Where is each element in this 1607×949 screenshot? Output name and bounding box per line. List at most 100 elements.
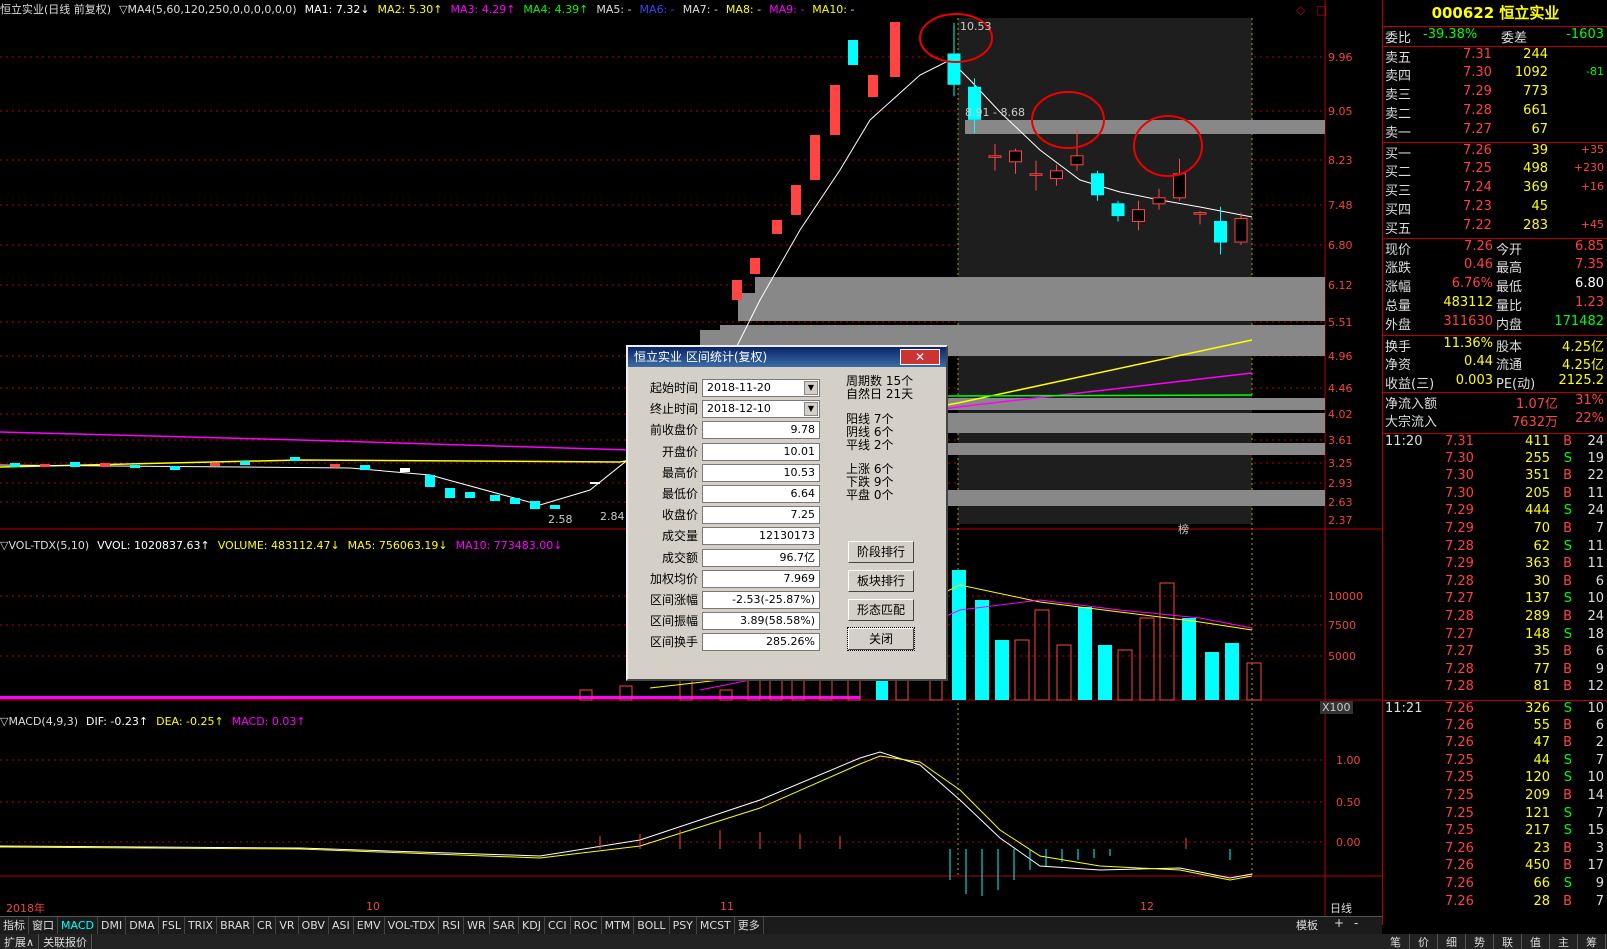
tick-side: S — [1563, 805, 1572, 821]
tick-row: 7.28 62 S 11 — [1383, 539, 1607, 557]
ma-value: MA8: - — [725, 3, 762, 16]
tick-price: 7.27 — [1445, 591, 1474, 607]
price-tick: 2.93 — [1328, 477, 1353, 490]
dialog-button[interactable]: 形态匹配 — [848, 599, 914, 621]
field-value[interactable]: 7.969 — [702, 569, 820, 588]
level-label: 卖三 — [1385, 88, 1412, 103]
tick-row: 7.30 255 S 19 — [1383, 451, 1607, 469]
right-tab[interactable]: 筹 — [1578, 934, 1606, 949]
stat-value: 0.003 — [1455, 373, 1493, 388]
dialog-button[interactable]: 阶段排行 — [848, 541, 914, 563]
level-price: 7.31 — [1463, 47, 1492, 62]
tick-row: 7.29 363 B 11 — [1383, 556, 1607, 574]
square-icon[interactable]: □ — [1316, 3, 1327, 17]
chevron-down-icon[interactable]: ▼ — [804, 402, 818, 417]
tab-EMV[interactable]: EMV — [354, 917, 385, 934]
field-value[interactable]: 6.64 — [702, 485, 820, 503]
tab-CCI[interactable]: CCI — [545, 917, 571, 934]
tick-side: B — [1563, 858, 1572, 874]
dialog-field: 前收盘价 9.78 — [636, 421, 826, 440]
tab-MCST[interactable]: MCST — [697, 917, 735, 934]
tick-volume: 148 — [1525, 626, 1550, 642]
level-volume: 283 — [1523, 218, 1548, 233]
diamond-icon[interactable]: ◇ — [1296, 3, 1306, 17]
field-value[interactable]: 2018-12-10 ▼ — [702, 400, 820, 419]
tick-row: 7.30 205 B 11 — [1383, 486, 1607, 504]
period-label[interactable]: 日线 — [1330, 900, 1352, 916]
tab-ROC[interactable]: ROC — [571, 917, 602, 934]
chevron-down-icon[interactable]: ▼ — [804, 381, 818, 395]
level-label: 买五 — [1385, 222, 1412, 237]
right-tab[interactable]: 笔 — [1382, 934, 1410, 949]
field-value[interactable]: 9.78 — [702, 421, 820, 440]
tab-指标[interactable]: 指标 — [0, 917, 29, 934]
field-value[interactable]: 10.01 — [702, 442, 820, 461]
field-value[interactable]: -2.53(-25.87%) — [702, 591, 820, 609]
stat-value: 6.76% — [1451, 276, 1493, 291]
tab-更多[interactable]: 更多 — [735, 917, 764, 934]
stat-label: PE(动) — [1496, 377, 1536, 392]
stat-label: 收益(三) — [1385, 377, 1435, 392]
tab-BOLL[interactable]: BOLL — [634, 917, 670, 934]
bottom-tab[interactable]: 关联报价 — [39, 934, 93, 949]
tab-PSY[interactable]: PSY — [670, 917, 697, 934]
flow-value: 1.07亿 — [1516, 397, 1558, 412]
tick-row: 7.28 81 B 12 — [1383, 679, 1607, 697]
stat-row: 涨跌 0.46 最高 7.35 — [1383, 257, 1607, 276]
stat-value: 1.23 — [1575, 295, 1604, 310]
tab-FSL[interactable]: FSL — [159, 917, 185, 934]
right-tab[interactable]: 价 — [1410, 934, 1438, 949]
right-tab[interactable]: 值 — [1522, 934, 1550, 949]
right-tab[interactable]: 势 — [1466, 934, 1494, 949]
remove-icon[interactable]: - — [1354, 916, 1358, 930]
tab-BRAR[interactable]: BRAR — [217, 917, 255, 934]
tab-RSI[interactable]: RSI — [439, 917, 465, 934]
dialog-button[interactable]: 板块排行 — [848, 570, 914, 592]
bottom-tab[interactable]: 扩展∧ — [0, 934, 40, 949]
tick-price: 7.26 — [1445, 858, 1474, 874]
tick-volume: 55 — [1533, 717, 1550, 733]
tab-窗口[interactable]: 窗口 — [29, 917, 58, 934]
macd-value: DEA: -0.25↑ — [156, 715, 224, 728]
tick-side: B — [1563, 609, 1572, 624]
interval-stats-dialog: 恒立实业 区间统计(复权) ✕ 起始时间 2018-11-20 ▼ 终止时间 2018-… — [626, 345, 948, 681]
tab-ASI[interactable]: ASI — [329, 917, 354, 934]
field-value[interactable]: 10.53 — [702, 463, 820, 482]
field-value[interactable]: 285.26% — [702, 633, 820, 652]
field-value[interactable]: 7.25 — [702, 506, 820, 525]
tick-count: 15 — [1587, 823, 1604, 839]
macd-lines — [0, 751, 1253, 896]
dialog-button[interactable]: 关闭 — [847, 627, 915, 651]
tab-CR[interactable]: CR — [254, 917, 277, 934]
right-tab[interactable]: 细 — [1438, 934, 1466, 949]
tab-MACD[interactable]: MACD — [58, 917, 98, 934]
tick-side: B — [1563, 521, 1572, 536]
tick-row: 7.26 28 B 7 — [1383, 894, 1607, 912]
stat-row: 总量 483112 量比 1.23 — [1383, 295, 1607, 314]
tab-WR[interactable]: WR — [464, 917, 490, 934]
field-value[interactable]: 3.89(58.58%) — [702, 612, 820, 631]
tab-VOL-TDX[interactable]: VOL-TDX — [385, 917, 440, 934]
tab-OBV[interactable]: OBV — [299, 917, 329, 934]
field-value[interactable]: 12130173 — [702, 527, 820, 546]
add-icon[interactable]: + — [1334, 916, 1344, 930]
close-icon[interactable]: ✕ — [900, 349, 940, 365]
right-tab[interactable]: 联 — [1494, 934, 1522, 949]
tab-VR[interactable]: VR — [276, 917, 299, 934]
stat-value: 171482 — [1554, 314, 1604, 329]
tab-SAR[interactable]: SAR — [490, 917, 520, 934]
dialog-field: 成交额 96.7亿 — [636, 548, 826, 568]
date-label: 12 — [1140, 900, 1154, 913]
tab-KDJ[interactable]: KDJ — [519, 917, 545, 934]
tab-TRIX[interactable]: TRIX — [185, 917, 218, 934]
right-tab[interactable]: 主 — [1550, 934, 1578, 949]
tab-DMI[interactable]: DMI — [98, 917, 127, 934]
price-tick: 6.80 — [1328, 239, 1353, 252]
level-label: 买四 — [1385, 203, 1412, 218]
tick-price: 7.29 — [1445, 503, 1474, 519]
field-value[interactable]: 2018-11-20 ▼ — [702, 379, 820, 397]
template-button[interactable]: 模板 — [1296, 917, 1318, 933]
field-value[interactable]: 96.7亿 — [702, 548, 820, 567]
tab-DMA[interactable]: DMA — [126, 917, 159, 934]
tab-MTM[interactable]: MTM — [602, 917, 635, 934]
